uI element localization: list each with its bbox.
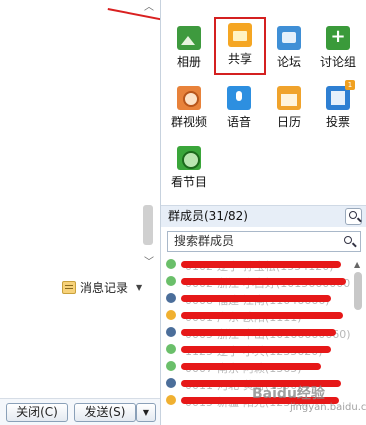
app-label: 日历 — [276, 115, 301, 129]
member-search-input[interactable]: 搜索群成员 — [167, 231, 361, 252]
members-count-label: 群成员(31/82) — [168, 209, 248, 223]
redaction-mark — [181, 312, 343, 319]
member-row[interactable]: 0002-浙江-小白好(1015660000) — [161, 273, 351, 290]
message-log-label: 消息记录 — [80, 280, 129, 295]
online-status-icon — [166, 344, 176, 354]
close-button[interactable]: 关闭(C) — [6, 403, 68, 422]
send-options-dropdown[interactable]: ▼ — [136, 403, 156, 422]
discussion-group-icon — [326, 26, 350, 50]
members-header: 群成员(31/82) — [161, 205, 366, 227]
redaction-mark — [181, 346, 331, 353]
member-search-placeholder: 搜索群成员 — [174, 234, 235, 248]
member-row[interactable]: 0001-广东-欧阳(1111) — [161, 307, 351, 324]
member-row[interactable]: 0008-福建-江南(11046666) — [161, 290, 351, 307]
member-list-scrollbar[interactable] — [354, 272, 362, 310]
app-calendar[interactable]: 日历 — [264, 80, 314, 138]
search-icon[interactable] — [344, 236, 352, 244]
watch-show-icon — [177, 146, 201, 170]
redaction-mark — [181, 261, 341, 268]
app-label: 投票 — [325, 115, 350, 129]
share-folder-icon — [228, 23, 252, 47]
chat-area: ︿ ﹀ 消息记录 ▼ 关闭(C) 发送(S) ▼ — [0, 0, 160, 425]
collapse-up-icon[interactable]: ︿ — [142, 3, 156, 13]
message-log-button[interactable]: 消息记录 ▼ — [62, 278, 142, 296]
redaction-mark — [181, 363, 321, 370]
app-label: 讨论组 — [319, 55, 356, 69]
member-row[interactable]: 0007-南京-阿赖(1365) — [161, 358, 351, 375]
app-label: 看节目 — [170, 175, 207, 189]
photo-album-icon — [177, 26, 201, 50]
avatar-icon — [166, 327, 176, 337]
message-log-icon — [62, 280, 76, 294]
vote-icon: 1 — [326, 80, 355, 110]
group-side-panel: 相册 共享 论坛 讨论组 群视频 语音 — [160, 0, 366, 425]
app-label: 群视频 — [170, 115, 207, 129]
app-label: 共享 — [227, 52, 252, 66]
member-row[interactable]: 0005-浙江-中山(10166660660) — [161, 324, 351, 341]
online-status-icon — [166, 259, 176, 269]
list-scroll-up-icon[interactable]: ▲ — [354, 260, 360, 269]
forum-icon — [277, 26, 301, 50]
collapse-down-icon[interactable]: ﹀ — [142, 258, 156, 268]
app-watch-show[interactable]: 看节目 — [164, 140, 214, 198]
online-status-icon — [166, 276, 176, 286]
group-video-icon — [177, 86, 201, 110]
app-label: 语音 — [226, 115, 251, 129]
app-vote[interactable]: 1 投票 — [313, 80, 363, 138]
send-button[interactable]: 发送(S) — [74, 403, 136, 422]
calendar-icon — [277, 86, 301, 110]
search-icon — [349, 211, 357, 219]
app-forum[interactable]: 论坛 — [264, 20, 314, 78]
members-search-toggle[interactable] — [345, 208, 362, 225]
chat-scrollbar[interactable] — [143, 205, 153, 245]
app-label: 论坛 — [276, 55, 301, 69]
watermark-logo: Baidu经验 — [252, 386, 325, 402]
app-label: 相册 — [176, 55, 201, 69]
app-group-video[interactable]: 群视频 — [164, 80, 214, 138]
app-discussion-group[interactable]: 讨论组 — [313, 20, 363, 78]
redaction-mark — [181, 295, 331, 302]
app-photo-album[interactable]: 相册 — [164, 20, 214, 78]
app-share[interactable]: 共享 — [214, 17, 266, 75]
redaction-mark — [181, 278, 346, 285]
voice-icon — [227, 86, 251, 110]
admin-star-icon — [166, 395, 176, 405]
qq-group-chat-window: ︿ ﹀ 消息记录 ▼ 关闭(C) 发送(S) ▼ 相册 共享 论坛 + 讨论组 … — [0, 0, 366, 425]
avatar-icon — [166, 378, 176, 388]
member-row[interactable]: 1125-辽宁-小兵(1235620) — [161, 341, 351, 358]
bottom-toolbar: 关闭(C) 发送(S) ▼ — [0, 398, 160, 425]
watermark-url: jingyan.baidu.com — [290, 402, 366, 413]
avatar-icon — [166, 293, 176, 303]
admin-star-icon — [166, 310, 176, 320]
app-voice[interactable]: 语音 — [214, 80, 264, 138]
notification-badge: 1 — [345, 80, 355, 90]
redaction-mark — [181, 329, 336, 336]
online-status-icon — [166, 361, 176, 371]
member-row[interactable]: 0102-辽宁-孙宝松(1554120) — [161, 256, 351, 273]
chevron-down-icon[interactable]: ▼ — [136, 283, 142, 292]
